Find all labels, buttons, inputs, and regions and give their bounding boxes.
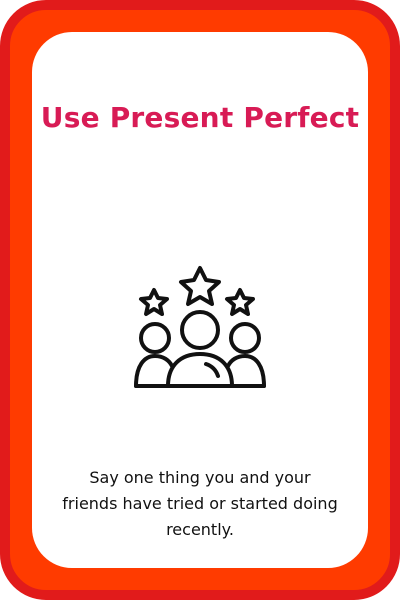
card-inner: Use Present Perfect Say one thing you an… (32, 32, 368, 568)
card-frame: Use Present Perfect Say one thing you an… (0, 0, 400, 600)
group-with-stars-icon (134, 266, 266, 388)
card-title: Use Present Perfect (40, 101, 360, 134)
card-description: Say one thing you and your friends have … (62, 468, 338, 539)
